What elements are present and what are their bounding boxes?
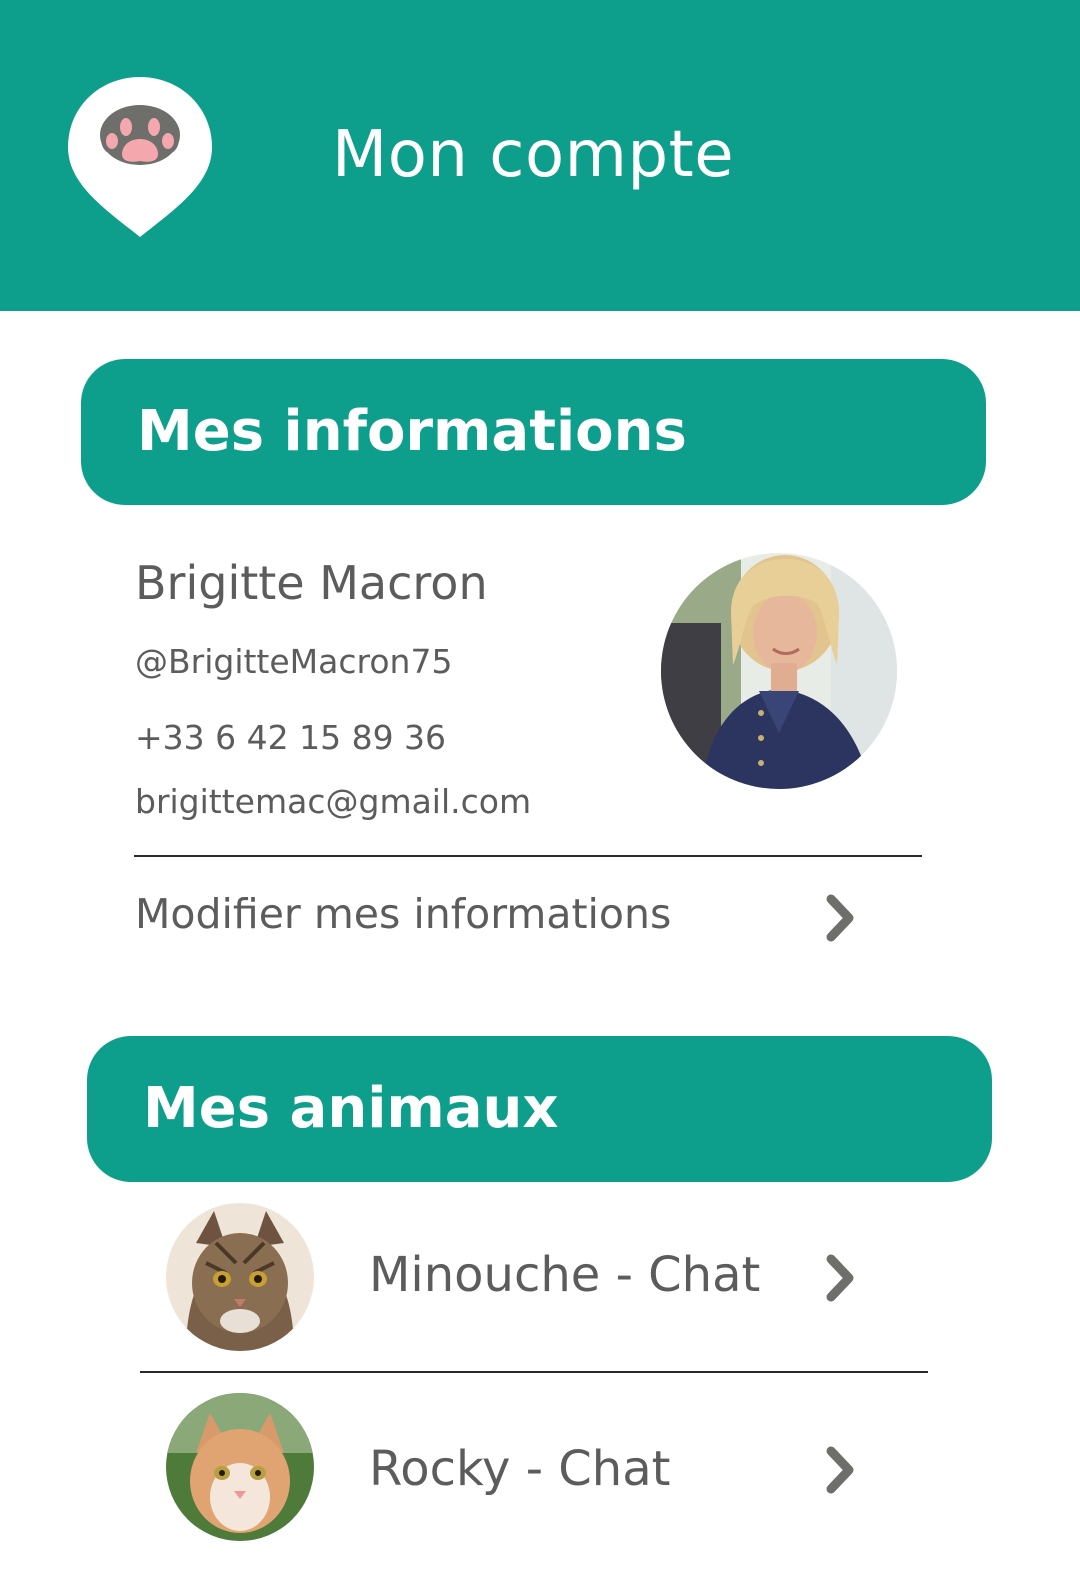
chevron-right-icon [826,1254,854,1302]
user-avatar [661,553,897,789]
paw-location-pin-icon[interactable] [66,75,214,239]
section-header-animaux: Mes animaux [87,1036,992,1182]
pet-row-rocky[interactable]: Rocky - Chat [140,1385,928,1555]
pet-label-minouche: Minouche - Chat [369,1247,761,1303]
edit-informations-link[interactable]: Modifier mes informations [135,885,865,955]
info-divider [134,855,922,857]
chevron-right-icon [826,894,854,942]
pet-row-minouche[interactable]: Minouche - Chat [140,1195,928,1365]
user-handle: @BrigitteMacron75 [135,642,453,681]
edit-informations-label: Modifier mes informations [135,890,672,938]
user-phone: +33 6 42 15 89 36 [135,718,447,757]
pet-avatar-rocky [166,1393,314,1541]
pet-avatar-minouche [166,1203,314,1351]
user-email: brigittemac@gmail.com [135,782,532,821]
chevron-right-icon [826,1446,854,1494]
section-header-informations: Mes informations [81,359,986,505]
app-header: Mon compte [0,0,1080,311]
user-name: Brigitte Macron [135,556,488,610]
pets-divider [140,1371,928,1373]
pet-label-rocky: Rocky - Chat [369,1441,671,1497]
page-title: Mon compte [332,118,735,192]
